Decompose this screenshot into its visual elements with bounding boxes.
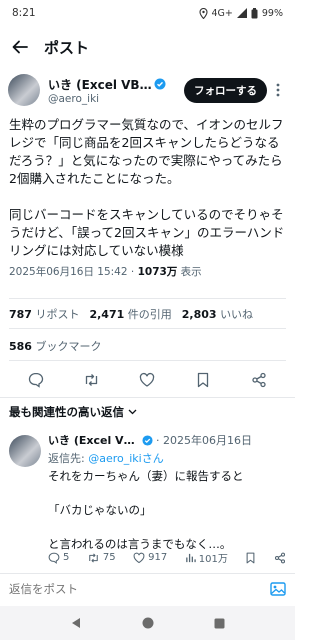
repost-icon <box>89 553 98 562</box>
status-time: 8:21 <box>12 7 36 19</box>
post-action-bar <box>0 366 295 394</box>
more-vertical-icon <box>276 83 280 97</box>
avatar[interactable] <box>9 435 41 467</box>
battery-level: 99% <box>261 7 283 19</box>
reply-reposts-count: 75 <box>102 552 116 563</box>
reply-views-count: 101万 <box>198 554 228 565</box>
status-bar: 8:21 4G+ 99% <box>0 0 295 26</box>
reply-input[interactable] <box>9 581 270 596</box>
like-button[interactable] <box>136 369 158 391</box>
views-label: 表示 <box>180 266 202 278</box>
reply-bookmark-button[interactable] <box>245 552 256 564</box>
post-meta: 2025年06月16日 15:42 · 1073万 表示 <box>0 260 295 283</box>
reply-composer <box>0 573 295 603</box>
reposts-count: 787 <box>9 308 32 321</box>
reply-action-bar: 5 75 917 101万 <box>48 550 286 565</box>
quotes-label: 件の引用 <box>127 308 172 321</box>
heart-icon <box>140 372 155 387</box>
repost-button[interactable] <box>81 369 103 391</box>
engagement-stats: 787 リポスト 2,471 件の引用 2,803 いいね <box>9 306 253 322</box>
divider <box>9 298 286 299</box>
system-navigation-bar <box>0 606 295 640</box>
likes-label: いいね <box>220 308 254 321</box>
bookmarks-label: ブックマーク <box>35 340 102 353</box>
author-name[interactable]: いき (Excel VBA超効... <box>48 76 152 93</box>
bookmark-button[interactable] <box>192 369 214 391</box>
reply-share-button[interactable] <box>274 552 286 564</box>
reply-likes-count: 917 <box>148 552 168 563</box>
post-datetime[interactable]: 2025年06月16日 15:42 <box>9 266 128 278</box>
image-icon[interactable] <box>270 581 286 596</box>
nav-home-icon[interactable] <box>142 617 154 629</box>
post-text: 生粋のプログラマー気質なので、イオンのセルフレジで「同じ商品を2回スキャンしたら… <box>9 117 285 258</box>
heart-icon <box>133 552 145 563</box>
repost-icon <box>86 374 98 386</box>
author-handle[interactable]: @aero_iki <box>48 93 184 105</box>
bookmarks-stat[interactable]: 586 ブックマーク <box>9 338 101 354</box>
meta-separator: · <box>130 266 135 278</box>
avatar[interactable] <box>8 74 40 106</box>
divider <box>0 397 295 398</box>
bookmarks-count: 586 <box>9 340 32 353</box>
nav-recents-icon[interactable] <box>214 618 225 629</box>
sort-label: 最も関連性の高い返信 <box>9 405 124 419</box>
signal-icon <box>236 8 247 18</box>
share-button[interactable] <box>248 369 270 391</box>
divider <box>9 328 286 329</box>
reply-button[interactable] <box>25 369 47 391</box>
reply-to-handle[interactable]: @aero_ikiさん <box>88 452 164 465</box>
location-icon <box>198 7 208 19</box>
top-bar: ポスト <box>0 28 295 66</box>
reply-replies-count: 5 <box>63 552 70 563</box>
reply-author-name[interactable]: いき (Excel VBA超... <box>48 432 140 448</box>
reply-date: · 2025年06月16日 <box>156 434 252 447</box>
likes-stat[interactable]: 2,803 いいね <box>182 306 253 322</box>
chevron-down-icon <box>128 409 137 415</box>
battery-icon <box>251 7 258 18</box>
reposts-label: リポスト <box>35 308 80 321</box>
more-options-button[interactable] <box>269 83 287 97</box>
views-count: 1073万 <box>137 266 178 278</box>
quotes-stat[interactable]: 2,471 件の引用 <box>89 306 171 322</box>
nav-back-icon[interactable] <box>70 617 82 629</box>
bookmark-icon <box>198 372 209 388</box>
network-type: 4G+ <box>211 7 233 19</box>
main-post: いき (Excel VBA超効... @aero_iki フォローする 生粋のプ… <box>0 70 295 283</box>
back-button[interactable] <box>0 28 40 66</box>
likes-count: 2,803 <box>181 308 217 321</box>
reply-like-button[interactable]: 917 <box>133 552 167 564</box>
divider <box>9 360 286 361</box>
reply-to-prefix: 返信先: <box>48 452 85 465</box>
reposts-stat[interactable]: 787 リポスト <box>9 306 79 322</box>
reply-sort-selector[interactable]: 最も関連性の高い返信 <box>9 404 137 420</box>
verified-badge-icon <box>154 78 166 90</box>
post-author-row: いき (Excel VBA超効... @aero_iki フォローする <box>0 70 295 110</box>
reply-text: それをカーちゃん（妻）に報告すると 「バカじゃないの」 と言われるのは言うまでも… <box>48 469 244 551</box>
bar-chart-icon <box>185 553 196 563</box>
reply-to-line: 返信先: @aero_ikiさん <box>48 450 286 466</box>
verified-badge-icon <box>142 434 153 446</box>
comment-icon <box>48 552 60 564</box>
comment-icon <box>28 372 44 388</box>
share-icon <box>252 372 266 388</box>
reply-reply-button[interactable]: 5 <box>48 552 69 564</box>
share-icon <box>274 552 285 563</box>
bookmark-icon <box>247 552 255 563</box>
follow-button[interactable]: フォローする <box>184 77 267 103</box>
page-title: ポスト <box>44 38 90 57</box>
quotes-count: 2,471 <box>89 308 125 321</box>
reply-repost-button[interactable]: 75 <box>87 552 116 564</box>
arrow-left-icon <box>12 40 28 54</box>
reply-views-button[interactable]: 101万 <box>185 550 228 565</box>
